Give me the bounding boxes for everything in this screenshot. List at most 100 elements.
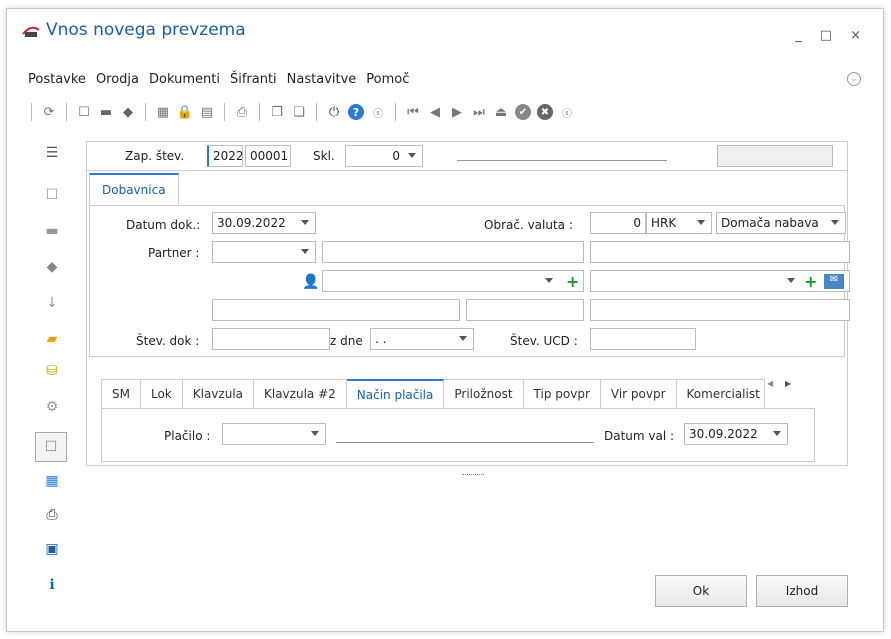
tab-klavzula[interactable]: Klavzula (182, 379, 254, 409)
menu-dokumenti[interactable]: Dokumenti (149, 72, 220, 87)
window-controls: _ □ × (795, 28, 861, 43)
placilo-description-line[interactable] (336, 442, 594, 443)
tab-dobavnica[interactable]: Dobavnica (89, 173, 179, 205)
eject-icon[interactable]: ⏏ (493, 104, 509, 120)
placilo-select[interactable] (222, 423, 326, 445)
toolbar-separator (66, 103, 67, 121)
open-folder-icon[interactable]: ▬ (98, 104, 114, 120)
maximize-button[interactable]: □ (820, 28, 832, 43)
down-arrow-icon[interactable]: ↓ (42, 294, 62, 312)
next-record-icon[interactable]: ▶ (449, 104, 465, 120)
ucd-field[interactable] (590, 328, 696, 350)
tab-lok[interactable]: Lok (140, 379, 183, 409)
minimize-button[interactable]: _ (795, 28, 802, 43)
zdne-label: z dne (330, 334, 363, 348)
chevron-down-icon (697, 220, 705, 225)
eraser-icon[interactable]: ◆ (120, 104, 136, 120)
nabava-select[interactable]: Domača nabava (716, 212, 846, 234)
exit-button[interactable]: Izhod (756, 575, 848, 607)
zdne-field[interactable]: . . (370, 328, 474, 350)
tab-komercialist[interactable]: Komercialist (676, 379, 765, 409)
chevron-down-icon (773, 431, 781, 436)
refresh-icon[interactable]: ⟳ (41, 104, 57, 120)
ok-button[interactable]: Ok (655, 575, 747, 607)
window-title-text: Vnos novega prevzema (46, 20, 246, 40)
expand-menu-icon[interactable]: ⌄ (847, 72, 861, 86)
datum-value: 30.09.2022 (217, 216, 286, 230)
new-entry-icon[interactable]: ☐ (35, 432, 67, 462)
grid-icon[interactable]: ▤ (199, 104, 215, 120)
add-contact-icon[interactable]: + (566, 272, 579, 291)
datum-label: Datum dok.: (126, 218, 201, 232)
main-panel: Dobavnica Datum dok.: 30.09.2022 Obrač. … (86, 170, 850, 466)
tab-tip-povpr[interactable]: Tip povpr (523, 379, 601, 409)
datum-val-field[interactable]: 30.09.2022 (684, 423, 788, 445)
datum-field[interactable]: 30.09.2022 (212, 212, 316, 234)
menu-pomoc[interactable]: Pomoč (366, 72, 409, 87)
folder-icon[interactable]: ▬ (42, 222, 62, 240)
close-button[interactable]: × (850, 28, 861, 43)
confirm-icon[interactable]: ✔ (515, 104, 531, 120)
contact-select[interactable] (322, 270, 584, 292)
skl-select[interactable]: 0 (345, 145, 423, 167)
add-address-icon[interactable]: + (804, 272, 817, 291)
valuta-code: HRK (651, 216, 677, 230)
new-document-icon[interactable]: ☐ (76, 104, 92, 120)
menu-nastavitve[interactable]: Nastavitve (287, 72, 357, 87)
copy-icon[interactable]: ❐ (269, 104, 285, 120)
address-field-1[interactable] (212, 299, 460, 321)
address-field-2[interactable] (466, 299, 584, 321)
tab-scroll-right-icon[interactable]: ▶ (785, 379, 791, 388)
print-icon[interactable]: ⎙ (42, 506, 62, 524)
address-field-3[interactable] (590, 299, 850, 321)
partner-extra-field[interactable] (590, 241, 850, 263)
toolbar-separator (316, 103, 317, 121)
document-settings-icon[interactable]: ⚙ (42, 398, 62, 416)
calculator-icon[interactable]: ▦ (155, 104, 171, 120)
toolbar-separator (224, 103, 225, 121)
tab-scroll-left-icon[interactable]: ◀ (767, 379, 773, 388)
columns-icon[interactable]: ▣ (42, 540, 62, 558)
partner-select[interactable] (212, 241, 316, 263)
menu-postavke[interactable]: Postavke (28, 72, 86, 87)
zap-year-field[interactable]: 2022 (207, 145, 243, 167)
more-icon[interactable]: ⓢ (559, 104, 575, 120)
tab-nacin-placila[interactable]: Način plačila (346, 379, 445, 409)
description-line[interactable] (457, 160, 667, 161)
lock-icon[interactable]: 🔒 (177, 104, 193, 120)
database-add-icon[interactable]: ⛁ (42, 362, 62, 380)
mail-add-icon[interactable]: ✉ (824, 274, 844, 289)
power-icon[interactable]: ⏻ (326, 104, 342, 120)
tab-sm[interactable]: SM (101, 379, 141, 409)
eraser-icon[interactable]: ◆ (42, 258, 62, 276)
paste-icon[interactable]: ❏ (291, 104, 307, 120)
partner-name-field[interactable] (322, 241, 584, 263)
chevron-down-icon (545, 278, 553, 283)
splitter-handle[interactable] (462, 474, 484, 475)
stdok-field[interactable] (212, 328, 330, 350)
table-search-icon[interactable]: ▦ (42, 472, 62, 490)
tab-vir-povpr[interactable]: Vir povpr (600, 379, 677, 409)
last-record-icon[interactable]: ⏭ (471, 104, 487, 120)
tab-priloznost[interactable]: Priložnost (444, 379, 524, 409)
first-record-icon[interactable]: ⏮ (405, 104, 421, 120)
expand-icon[interactable]: ⓢ (370, 104, 386, 120)
info-icon[interactable]: ℹ (42, 576, 62, 594)
new-document-icon[interactable]: ☐ (42, 186, 62, 204)
hamburger-menu-icon[interactable]: ☰ (42, 144, 62, 162)
person-icon[interactable]: 👤 (302, 274, 319, 290)
folder-open-icon[interactable]: ▰ (42, 330, 62, 348)
previous-record-icon[interactable]: ◀ (427, 104, 443, 120)
valuta-rate-field[interactable]: 0 (590, 212, 646, 234)
zap-number-field[interactable]: 00001 (245, 145, 291, 167)
payment-section: Plačilo : Datum val : 30.09.2022 (101, 408, 815, 462)
print-icon[interactable]: ⎙ (234, 104, 250, 120)
stdok-label: Štev. dok : (136, 334, 200, 348)
datum-val-label: Datum val : (604, 429, 675, 443)
cancel-icon[interactable]: ✖ (537, 104, 553, 120)
tab-klavzula-2[interactable]: Klavzula #2 (254, 379, 347, 409)
menu-sifranti[interactable]: Šifranti (230, 72, 277, 87)
valuta-select[interactable]: HRK (646, 212, 712, 234)
help-icon[interactable]: ? (348, 104, 364, 120)
menu-orodja[interactable]: Orodja (96, 72, 139, 87)
